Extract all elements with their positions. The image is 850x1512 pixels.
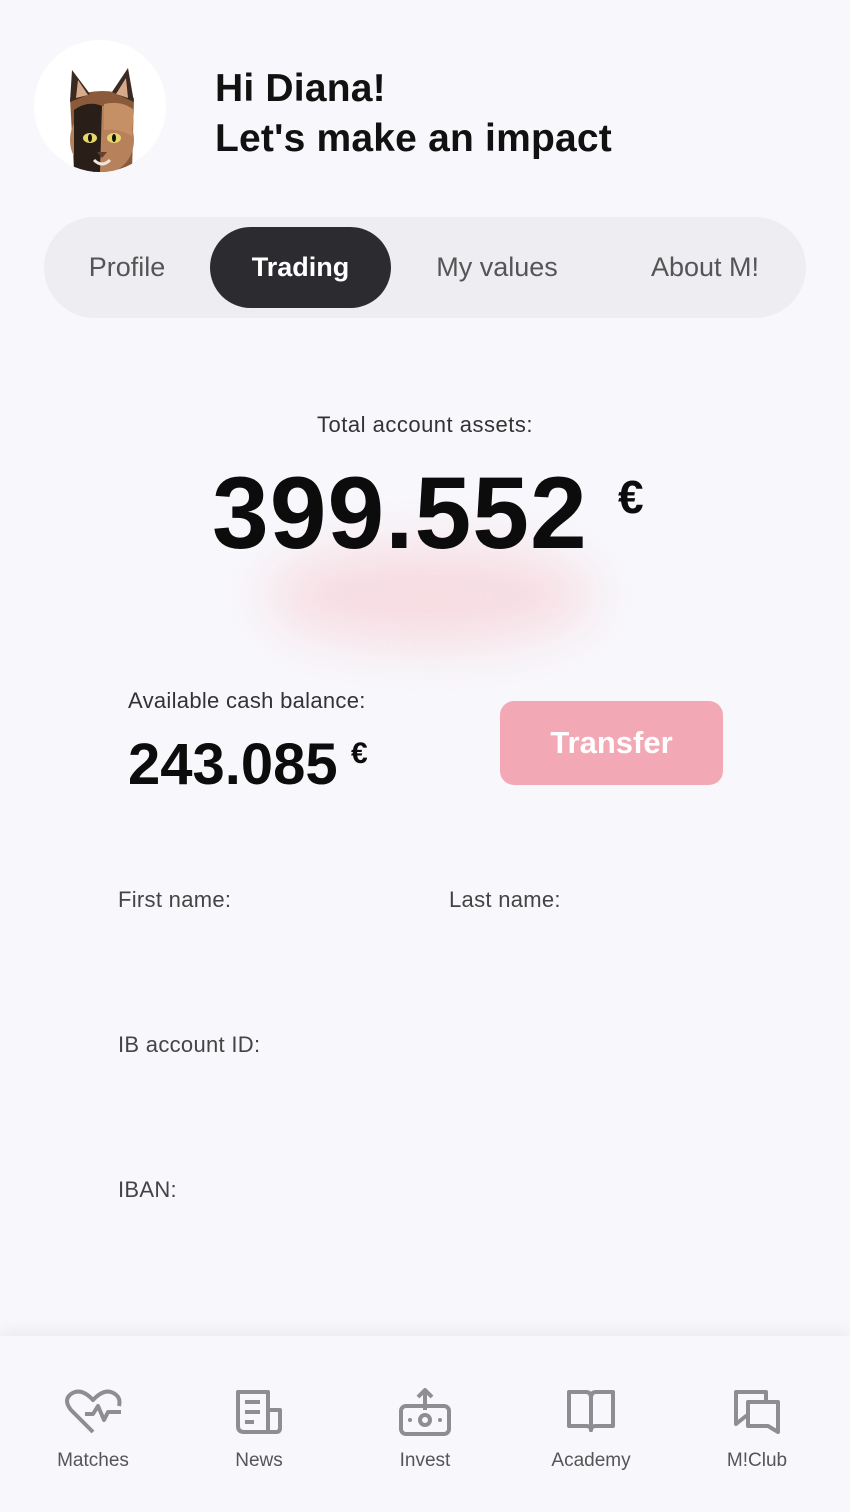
tab-profile[interactable]: Profile	[54, 227, 200, 308]
transfer-button[interactable]: Transfer	[500, 701, 723, 785]
greeting: Hi Diana! Let's make an impact	[215, 64, 612, 164]
iban-label: IBAN:	[118, 1177, 177, 1202]
greeting-subtitle: Let's make an impact	[215, 117, 612, 160]
cash-balance-value: 243.085	[128, 732, 338, 797]
total-assets-label: Total account assets:	[317, 412, 533, 437]
heart-pulse-icon	[65, 1389, 122, 1434]
chat-bubbles-icon	[734, 1390, 780, 1434]
total-assets-value: 399.552	[212, 456, 588, 570]
nav-academy-label: Academy	[551, 1450, 631, 1471]
newspaper-icon	[236, 1390, 282, 1434]
greeting-title: Hi Diana!	[215, 67, 386, 110]
avatar[interactable]	[34, 40, 166, 172]
trading-screen: Hi Diana! Let's make an impact Profile T…	[0, 0, 850, 1512]
nav-invest[interactable]: Invest	[340, 1336, 510, 1512]
last-name-label: Last name:	[449, 887, 561, 912]
nav-miclub[interactable]: M!Club	[672, 1336, 842, 1512]
total-assets-currency: €	[618, 471, 644, 523]
cash-balance-label: Available cash balance:	[128, 688, 366, 713]
bottom-nav: Matches News Invest Academy M!Club	[0, 1336, 850, 1512]
nav-news[interactable]: News	[174, 1336, 344, 1512]
first-name-label: First name:	[118, 887, 232, 912]
invest-upload-icon	[399, 1388, 451, 1436]
tab-my-values[interactable]: My values	[401, 227, 593, 308]
segmented-tabs: Profile Trading My values About M!	[44, 217, 806, 318]
book-icon	[567, 1390, 615, 1432]
cash-balance-currency: €	[351, 737, 368, 770]
cat-avatar-image	[70, 68, 134, 172]
tab-about[interactable]: About M!	[606, 227, 804, 308]
nav-miclub-label: M!Club	[726, 1450, 788, 1471]
nav-matches-label: Matches	[57, 1450, 129, 1471]
tab-trading[interactable]: Trading	[210, 227, 391, 308]
nav-matches[interactable]: Matches	[8, 1336, 178, 1512]
ib-account-label: IB account ID:	[118, 1032, 261, 1057]
nav-news-label: News	[235, 1450, 283, 1471]
nav-academy[interactable]: Academy	[506, 1336, 676, 1512]
nav-invest-label: Invest	[399, 1450, 451, 1471]
